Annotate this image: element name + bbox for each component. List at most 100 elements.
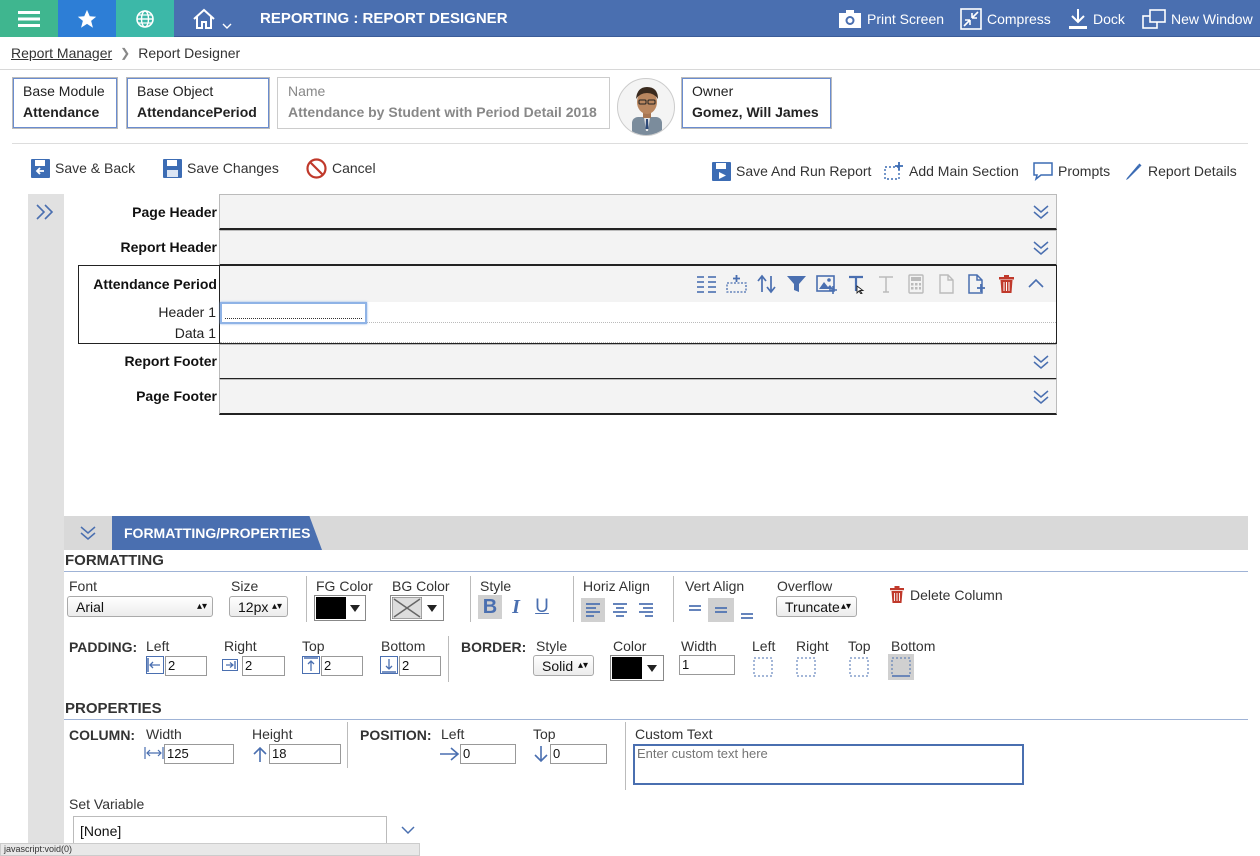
report-name-label: Name [288,83,326,99]
border-right-label: Right [796,638,829,654]
padding-left-input[interactable]: 2 [165,656,207,676]
overflow-select[interactable]: Truncate ▴▾ [776,596,857,617]
data-1-row[interactable] [220,323,1056,343]
save-back-button[interactable]: Save & Back [31,156,135,180]
print-screen-button[interactable]: Print Screen [838,0,944,37]
size-select[interactable]: 12px ▴▾ [229,596,288,617]
border-width-label: Width [681,638,717,654]
border-bottom-button[interactable] [888,654,914,680]
border-color-picker[interactable] [610,655,664,681]
italic-toggle[interactable]: I [505,595,527,619]
delete-column-button[interactable]: Delete Column [890,586,1003,603]
size-select-value: 12px [238,598,269,615]
menu-button[interactable] [0,0,58,37]
border-bottom-label: Bottom [891,638,936,654]
chevron-down-icon [222,23,232,29]
report-name-box[interactable]: Name Attendance by Student with Period D… [277,77,610,129]
add-row-icon[interactable] [726,274,747,294]
border-width-input[interactable]: 1 [679,655,735,675]
position-left-input[interactable]: 0 [460,744,516,764]
no-color-icon [392,597,422,619]
expand-report-footer-icon[interactable] [1032,353,1050,371]
formatting-properties-tab[interactable]: FORMATTING/PROPERTIES [112,516,322,550]
report-details-button[interactable]: Report Details [1124,159,1237,183]
underline-toggle[interactable]: U [530,595,554,619]
globe-button[interactable] [116,0,174,37]
sort-icon[interactable] [756,274,777,294]
print-screen-label: Print Screen [867,10,945,27]
overflow-select-value: Truncate [785,598,840,615]
align-left-button[interactable] [581,598,605,622]
breadcrumb: Report Manager ❯ Report Designer [0,37,1260,70]
padding-bottom-input[interactable]: 2 [399,656,441,676]
position-label: POSITION: [360,727,432,743]
save-icon [163,158,182,178]
favorites-button[interactable] [58,0,116,37]
page-footer-band[interactable] [219,379,1057,415]
fg-color-picker[interactable] [314,595,366,621]
valign-top-button[interactable] [684,598,706,622]
properties-panel [64,550,1248,848]
arrow-right-icon [440,747,460,761]
height-input[interactable]: 18 [269,744,341,764]
add-main-section-button[interactable]: Add Main Section [884,159,1019,183]
image-icon[interactable] [816,274,837,294]
bg-color-picker[interactable] [390,595,444,621]
columns-icon[interactable] [696,274,717,294]
expand-page-header-icon[interactable] [1032,203,1050,221]
valign-middle-button[interactable] [708,598,734,622]
base-object-box: Base Object AttendancePeriod [126,77,270,129]
page-header-band[interactable] [219,194,1057,230]
padding-right-icon [222,659,238,671]
valign-bottom-button[interactable] [736,598,758,622]
base-module-value: Attendance [23,104,100,120]
cancel-button[interactable]: Cancel [306,156,376,180]
border-left-icon[interactable] [753,657,773,677]
collapse-section-icon[interactable] [1026,274,1046,294]
selected-column-cell[interactable] [220,302,367,324]
separator [573,576,574,622]
filter-icon[interactable] [786,274,807,294]
select-arrows-icon: ▴▾ [577,660,588,671]
report-header-band[interactable] [219,230,1057,266]
width-input[interactable]: 125 [164,744,234,764]
border-style-select[interactable]: Solid ▴▾ [533,655,594,676]
border-right-icon[interactable] [796,657,816,677]
save-run-button[interactable]: Save And Run Report [712,159,871,183]
font-select[interactable]: Arial ▴▾ [67,596,213,617]
expand-page-footer-icon[interactable] [1032,388,1050,406]
new-window-button[interactable]: New Window [1142,0,1253,37]
save-changes-button[interactable]: Save Changes [163,156,279,180]
valign-bottom-icon [741,613,753,619]
new-window-icon [1142,8,1166,29]
expand-report-header-icon[interactable] [1032,239,1050,257]
custom-text-input[interactable] [633,744,1024,785]
position-top-input[interactable]: 0 [550,744,607,764]
breadcrumb-report-manager[interactable]: Report Manager [11,45,112,61]
collapse-properties-button[interactable] [76,521,100,545]
align-right-button[interactable] [634,598,658,622]
home-button[interactable] [174,0,250,37]
border-color-swatch [612,657,642,679]
chevron-down-icon[interactable] [400,824,416,836]
overflow-label: Overflow [777,578,833,594]
owner-label: Owner [692,83,734,99]
expand-sidebar-button[interactable] [32,199,58,225]
globe-icon [136,9,154,28]
trash-icon[interactable] [996,274,1017,294]
app-title: REPORTING : REPORT DESIGNER [260,10,508,27]
set-variable-select[interactable]: [None] [73,816,387,846]
prompts-button[interactable]: Prompts [1033,159,1110,183]
add-document-icon[interactable] [966,274,987,294]
bold-toggle[interactable]: B [478,595,502,619]
border-label: BORDER: [461,639,527,655]
dock-button[interactable]: Dock [1068,0,1125,37]
report-footer-band[interactable] [219,344,1057,380]
border-top-icon[interactable] [849,657,869,677]
align-center-button[interactable] [608,598,632,622]
dropdown-arrow-icon [647,665,657,672]
add-text-icon[interactable] [846,274,867,294]
padding-top-input[interactable]: 2 [321,656,363,676]
compress-button[interactable]: Compress [960,0,1051,37]
padding-right-input[interactable]: 2 [242,656,285,676]
